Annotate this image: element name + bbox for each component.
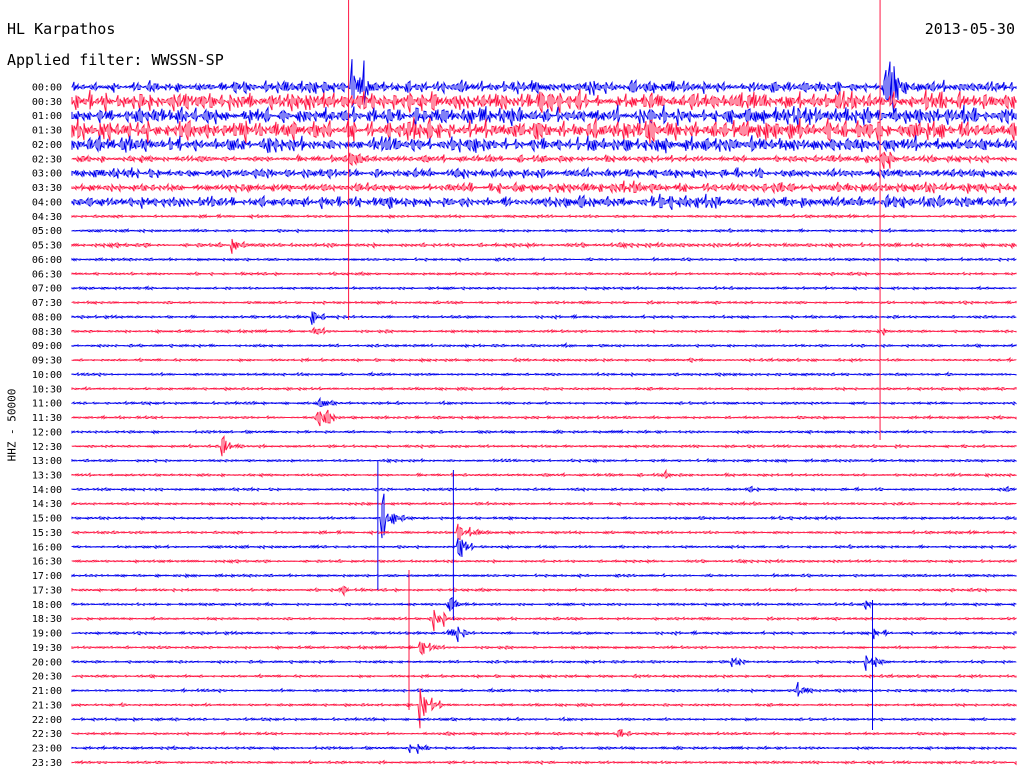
trace-row <box>71 341 1017 349</box>
row-time-label: 13:30 <box>32 470 62 481</box>
row-time-label: 08:30 <box>32 327 62 338</box>
row-time-label: 14:00 <box>32 485 62 496</box>
row-time-label: 11:00 <box>32 399 62 410</box>
trace-row <box>71 385 1017 392</box>
trace-row <box>71 609 1017 632</box>
seismic-traces <box>71 0 1017 766</box>
time-axis-labels: 00:00 00:30 01:00 01:30 02:00 02:30 03:00 03:30… <box>32 83 62 769</box>
trace-row <box>71 256 1017 263</box>
trace-row <box>71 759 1017 766</box>
row-time-label: 20:00 <box>32 657 62 668</box>
row-time-label: 10:30 <box>32 384 62 395</box>
row-time-label: 22:30 <box>32 729 62 740</box>
trace-row <box>71 641 1017 656</box>
trace-row <box>71 585 1017 597</box>
trace-row <box>71 716 1017 723</box>
row-time-label: 13:00 <box>32 456 62 467</box>
trace-row <box>71 728 1017 738</box>
row-time-label: 14:30 <box>32 499 62 510</box>
row-time-label: 16:00 <box>32 542 62 553</box>
row-time-label: 04:00 <box>32 197 62 208</box>
row-time-label: 02:00 <box>32 140 62 151</box>
row-time-label: 06:00 <box>32 255 62 266</box>
trace-row <box>71 500 1017 507</box>
trace-row <box>71 409 1017 427</box>
trace-row <box>71 326 1017 336</box>
trace-row <box>71 538 1017 557</box>
trace-row <box>71 626 1017 643</box>
trace-row <box>71 371 1017 378</box>
trace-row <box>71 270 1017 277</box>
trace-row <box>71 356 1017 364</box>
trace-row <box>71 311 1017 325</box>
trace-row <box>71 396 1017 407</box>
row-time-label: 00:30 <box>32 97 62 108</box>
row-time-label: 02:30 <box>32 154 62 165</box>
trace-row <box>71 435 1017 457</box>
row-time-label: 18:00 <box>32 600 62 611</box>
row-time-label: 23:00 <box>32 744 62 755</box>
row-time-label: 09:30 <box>32 356 62 367</box>
row-time-label: 08:00 <box>32 312 62 323</box>
trace-row <box>71 468 1017 480</box>
row-time-label: 15:30 <box>32 528 62 539</box>
row-time-label: 21:30 <box>32 700 62 711</box>
trace-row <box>71 572 1017 579</box>
row-time-label: 15:00 <box>32 514 62 525</box>
row-time-label: 10:00 <box>32 370 62 381</box>
row-time-label: 19:00 <box>32 629 62 640</box>
row-time-label: 03:30 <box>32 183 62 194</box>
row-time-label: 12:00 <box>32 427 62 438</box>
row-time-label: 05:30 <box>32 241 62 252</box>
row-time-label: 17:00 <box>32 571 62 582</box>
trace-row <box>71 429 1017 435</box>
trace-row <box>71 688 1017 729</box>
trace-row <box>71 655 1017 671</box>
trace-row <box>71 104 1017 127</box>
row-time-label: 04:30 <box>32 212 62 223</box>
trace-row <box>71 285 1017 291</box>
trace-row <box>71 59 1017 117</box>
row-time-label: 12:30 <box>32 442 62 453</box>
row-time-label: 01:30 <box>32 126 62 137</box>
row-time-label: 07:00 <box>32 284 62 295</box>
trace-row <box>71 151 1017 169</box>
row-time-label: 01:00 <box>32 111 62 122</box>
trace-row <box>71 166 1017 180</box>
row-time-label: 21:00 <box>32 686 62 697</box>
trace-row <box>71 238 1017 254</box>
trace-row <box>71 743 1017 754</box>
row-time-label: 20:30 <box>32 672 62 683</box>
row-time-label: 23:30 <box>32 758 62 769</box>
row-time-label: 22:00 <box>32 715 62 726</box>
row-time-label: 03:00 <box>32 169 62 180</box>
row-time-label: 06:30 <box>32 269 62 280</box>
row-time-label: 09:00 <box>32 341 62 352</box>
trace-row <box>71 135 1017 154</box>
row-time-label: 07:30 <box>32 298 62 309</box>
row-time-label: 19:30 <box>32 643 62 654</box>
trace-row <box>71 681 1017 697</box>
trace-row <box>71 180 1017 195</box>
row-time-label: 00:00 <box>32 83 62 94</box>
trace-row <box>71 89 1017 114</box>
trace-row <box>71 596 1017 612</box>
row-time-label: 11:30 <box>32 413 62 424</box>
trace-row <box>71 523 1017 541</box>
row-time-label: 05:00 <box>32 226 62 237</box>
helicorder-plot: 00:00 00:30 01:00 01:30 02:00 02:30 03:00 03:30… <box>32 0 1017 769</box>
trace-row <box>71 227 1017 234</box>
row-time-label: 17:30 <box>32 585 62 596</box>
trace-row <box>71 193 1017 211</box>
trace-row <box>71 673 1017 680</box>
trace-row <box>71 299 1017 306</box>
row-time-label: 16:30 <box>32 557 62 568</box>
trace-row <box>71 558 1017 565</box>
row-time-label: 18:30 <box>32 614 62 625</box>
trace-row <box>71 457 1017 464</box>
trace-row <box>71 213 1017 220</box>
trace-row <box>71 485 1017 493</box>
